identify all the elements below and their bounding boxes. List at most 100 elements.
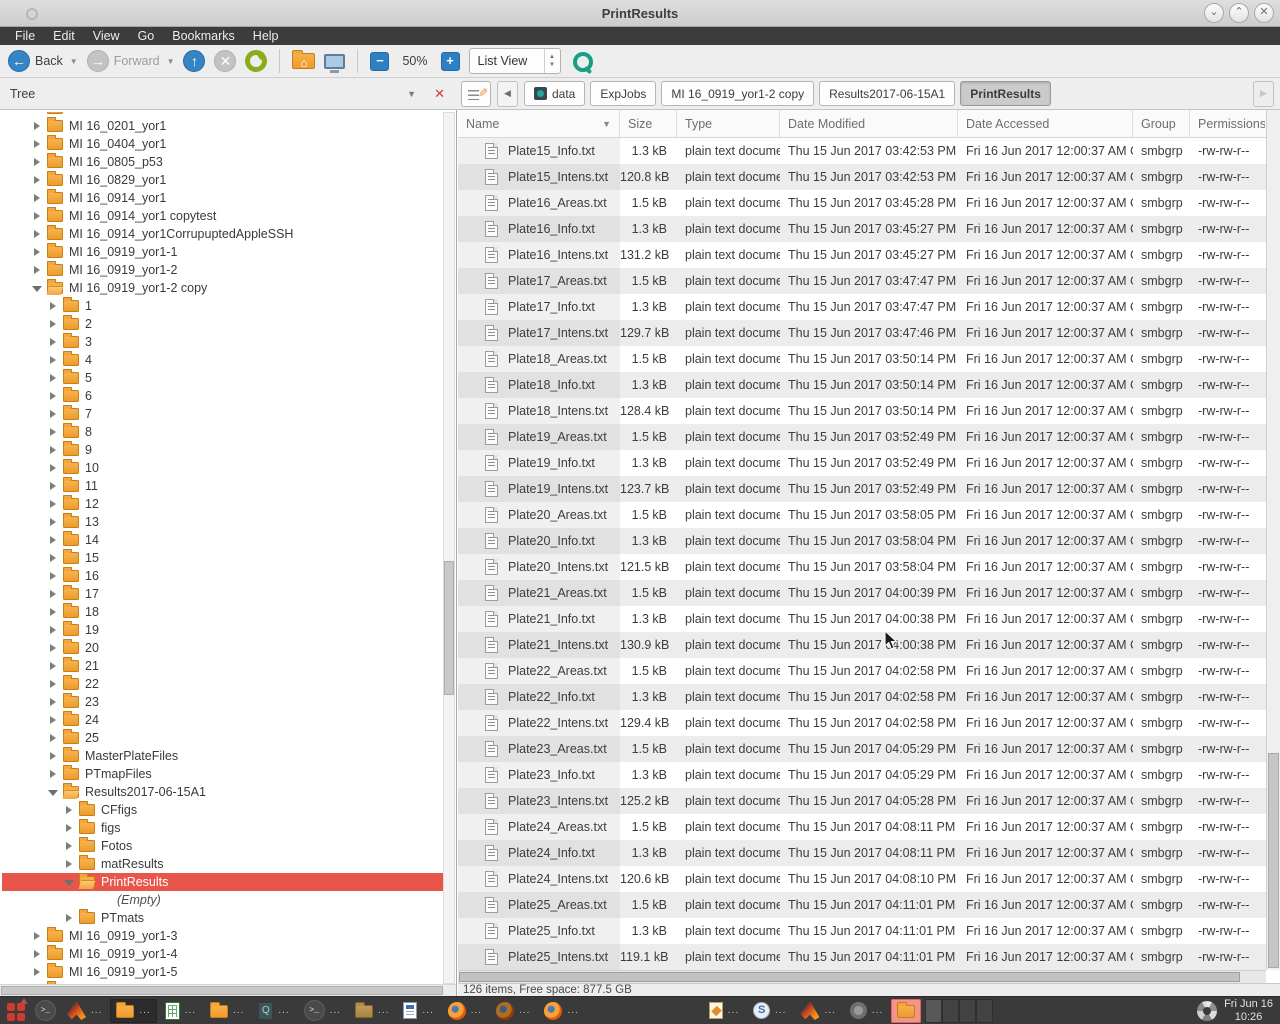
path-button-MI-16_0919_yor1-2-copy[interactable]: MI 16_0919_yor1-2 copy	[661, 81, 814, 106]
taskbar-button-s-app[interactable]: ...	[747, 999, 792, 1023]
taskbar-button-writer-doc[interactable]: ...	[397, 999, 439, 1023]
column-header-date-modified[interactable]: Date Modified	[780, 110, 958, 137]
file-row-Plate25_Intens.txt[interactable]: Plate25_Intens.txt 119.1 kB plain text d…	[458, 944, 1266, 970]
clock[interactable]: Fri Jun 16 10:26	[1224, 998, 1273, 1023]
file-row-Plate24_Info.txt[interactable]: Plate24_Info.txt 1.3 kB plain text docum…	[458, 840, 1266, 866]
tree-item-6[interactable]: 6	[2, 387, 444, 405]
expander-icon[interactable]	[48, 607, 58, 617]
column-header-date-accessed[interactable]: Date Accessed	[958, 110, 1133, 137]
expander-icon[interactable]	[32, 931, 42, 941]
file-row-Plate22_Info.txt[interactable]: Plate22_Info.txt 1.3 kB plain text docum…	[458, 684, 1266, 710]
expander-icon[interactable]	[32, 265, 42, 275]
expander-icon[interactable]	[48, 553, 58, 563]
file-row-Plate19_Info.txt[interactable]: Plate19_Info.txt 1.3 kB plain text docum…	[458, 450, 1266, 476]
file-row-Plate22_Intens.txt[interactable]: Plate22_Intens.txt 129.4 kB plain text d…	[458, 710, 1266, 736]
sidebar-dropdown-icon[interactable]: ▼	[407, 89, 416, 99]
file-row-Plate21_Info.txt[interactable]: Plate21_Info.txt 1.3 kB plain text docum…	[458, 606, 1266, 632]
expander-icon[interactable]	[32, 949, 42, 959]
expander-icon[interactable]	[32, 283, 42, 293]
tree-item-3[interactable]: 3	[2, 333, 444, 351]
file-row-Plate25_Info.txt[interactable]: Plate25_Info.txt 1.3 kB plain text docum…	[458, 918, 1266, 944]
tree-item-10[interactable]: 10	[2, 459, 444, 477]
taskbar-button-folder[interactable]: ...	[204, 999, 250, 1023]
tree-item-15[interactable]: 15	[2, 549, 444, 567]
taskbar-button-matlab[interactable]: ...	[61, 999, 108, 1023]
file-row-Plate20_Areas.txt[interactable]: Plate20_Areas.txt 1.5 kB plain text docu…	[458, 502, 1266, 528]
expander-icon[interactable]	[48, 769, 58, 779]
file-row-Plate17_Areas.txt[interactable]: Plate17_Areas.txt 1.5 kB plain text docu…	[458, 268, 1266, 294]
file-row-Plate20_Intens.txt[interactable]: Plate20_Intens.txt 121.5 kB plain text d…	[458, 554, 1266, 580]
tree-item-16[interactable]: 16	[2, 567, 444, 585]
tree-horizontal-scrollbar-thumb[interactable]	[1, 986, 443, 995]
tree-item-PTmats[interactable]: PTmats	[2, 909, 444, 927]
expander-icon[interactable]	[32, 967, 42, 977]
tree-item-7[interactable]: 7	[2, 405, 444, 423]
expander-icon[interactable]	[32, 112, 42, 113]
file-row-Plate17_Intens.txt[interactable]: Plate17_Intens.txt 129.7 kB plain text d…	[458, 320, 1266, 346]
taskbar-button-file-manager[interactable]: ...	[110, 999, 156, 1023]
tree-item-MI-16_0919_yor1-5[interactable]: MI 16_0919_yor1-5	[2, 963, 444, 981]
tree-item-PTmapFiles[interactable]: PTmapFiles	[2, 765, 444, 783]
tree-item-matResults[interactable]: matResults	[2, 855, 444, 873]
expander-icon[interactable]	[48, 391, 58, 401]
expander-icon[interactable]	[48, 463, 58, 473]
tree-item-MI-16_0914_yor1[interactable]: MI 16_0914_yor1	[2, 189, 444, 207]
tree-item-11[interactable]: 11	[2, 477, 444, 495]
column-header-type[interactable]: Type	[677, 110, 780, 137]
tree-item-22[interactable]: 22	[2, 675, 444, 693]
file-row-Plate22_Areas.txt[interactable]: Plate22_Areas.txt 1.5 kB plain text docu…	[458, 658, 1266, 684]
file-list-vertical-scrollbar-thumb[interactable]	[1268, 753, 1279, 968]
stop-button[interactable]: ✕	[214, 50, 236, 72]
menu-go[interactable]: Go	[129, 27, 164, 45]
tree-item-9[interactable]: 9	[2, 441, 444, 459]
expander-icon[interactable]	[32, 193, 42, 203]
taskbar-button-impress-doc[interactable]: ...	[703, 999, 745, 1023]
back-dropdown-icon[interactable]: ▼	[70, 57, 78, 66]
taskbar-button-folder-brown[interactable]: ...	[349, 999, 395, 1023]
expander-icon[interactable]	[48, 571, 58, 581]
expander-icon[interactable]	[48, 517, 58, 527]
expander-icon[interactable]	[32, 157, 42, 167]
file-row-Plate16_Areas.txt[interactable]: Plate16_Areas.txt 1.5 kB plain text docu…	[458, 190, 1266, 216]
workspace-3[interactable]	[959, 999, 976, 1023]
edit-location-button[interactable]: ✎	[461, 81, 491, 107]
file-row-Plate23_Info.txt[interactable]: Plate23_Info.txt 1.3 kB plain text docum…	[458, 762, 1266, 788]
file-row-Plate15_Intens.txt[interactable]: Plate15_Intens.txt 120.8 kB plain text d…	[458, 164, 1266, 190]
file-row-Plate21_Areas.txt[interactable]: Plate21_Areas.txt 1.5 kB plain text docu…	[458, 580, 1266, 606]
tree-item-MI-16_0919_yor1-4[interactable]: MI 16_0919_yor1-4	[2, 945, 444, 963]
path-button-PrintResults[interactable]: PrintResults	[960, 81, 1051, 106]
expander-icon[interactable]	[48, 643, 58, 653]
tree-vertical-scrollbar-thumb[interactable]	[444, 561, 454, 695]
tree-item-23[interactable]: 23	[2, 693, 444, 711]
column-header-name[interactable]: Name ▼	[458, 110, 620, 137]
menu-edit[interactable]: Edit	[44, 27, 84, 45]
tree-item-MI-16_0201_yor1[interactable]: MI 16_0201_yor1	[2, 117, 444, 135]
file-row-Plate24_Intens.txt[interactable]: Plate24_Intens.txt 120.6 kB plain text d…	[458, 866, 1266, 892]
expander-icon[interactable]	[64, 805, 74, 815]
file-row-Plate19_Intens.txt[interactable]: Plate19_Intens.txt 123.7 kB plain text d…	[458, 476, 1266, 502]
tree-item-8[interactable]: 8	[2, 423, 444, 441]
column-header-size[interactable]: Size	[620, 110, 677, 137]
taskbar-button-terminal[interactable]	[32, 999, 59, 1023]
tree-item-17[interactable]: 17	[2, 585, 444, 603]
view-mode-spinner[interactable]: ▲ ▼	[544, 49, 560, 73]
tree-item-20[interactable]: 20	[2, 639, 444, 657]
tree-item-MI-16_0919_yor1-3[interactable]: MI 16_0919_yor1-3	[2, 927, 444, 945]
expander-icon[interactable]	[48, 625, 58, 635]
file-list-horizontal-scrollbar[interactable]	[458, 970, 1266, 983]
file-row-Plate16_Intens.txt[interactable]: Plate16_Intens.txt 131.2 kB plain text d…	[458, 242, 1266, 268]
expander-icon[interactable]	[64, 859, 74, 869]
tree-item-2[interactable]: 2	[2, 315, 444, 333]
view-mode-select[interactable]: List View ▲ ▼	[469, 48, 561, 74]
refresh-button[interactable]	[245, 50, 267, 72]
taskbar-button-firefox[interactable]: ...	[538, 999, 584, 1023]
tree-item-5[interactable]: 5	[2, 369, 444, 387]
file-row-Plate18_Areas.txt[interactable]: Plate18_Areas.txt 1.5 kB plain text docu…	[458, 346, 1266, 372]
up-button[interactable]: ↑	[183, 50, 205, 72]
taskbar-button-matlab[interactable]: ...	[794, 999, 841, 1023]
path-button-ExpJobs[interactable]: ExpJobs	[590, 81, 656, 106]
expander-icon[interactable]	[32, 229, 42, 239]
path-scroll-left-button[interactable]: ◀	[497, 81, 518, 107]
tree-item-MI-16_0914_yor1CorrupuptedAppleSSH[interactable]: MI 16_0914_yor1CorrupuptedAppleSSH	[2, 225, 444, 243]
expander-icon[interactable]	[32, 211, 42, 221]
